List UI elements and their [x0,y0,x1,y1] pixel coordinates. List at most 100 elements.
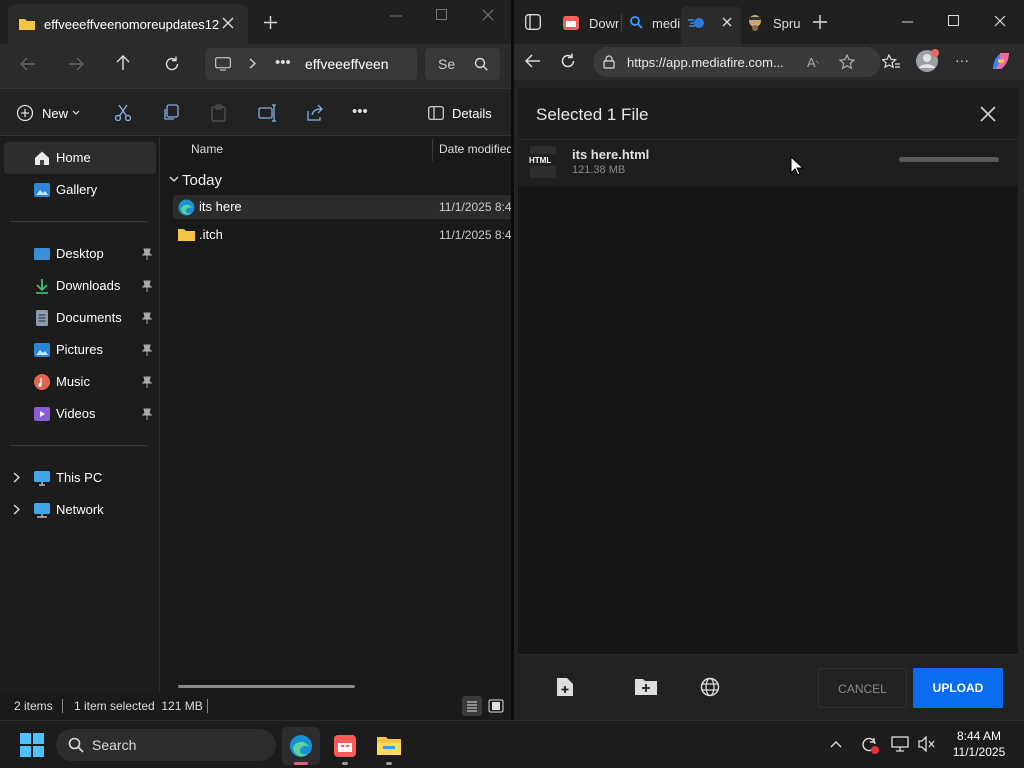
copilot-icon[interactable] [989,49,1013,73]
taskbar-search-box[interactable]: Search [56,729,276,761]
back-icon[interactable] [20,57,36,71]
network-display-icon[interactable] [891,736,909,752]
sidebar-toggle-icon[interactable] [525,14,541,30]
close-window-icon[interactable] [994,15,1006,27]
upload-button[interactable]: UPLOAD [913,668,1003,708]
forward-icon[interactable] [68,57,84,71]
refresh-icon[interactable] [560,53,576,69]
file-row[interactable]: .itch 11/1/2025 8:44 AM [173,223,512,247]
sync-alert-icon[interactable] [860,735,880,755]
read-aloud-icon[interactable]: Aᐠ [807,55,819,70]
profile-avatar-icon[interactable] [915,49,939,73]
globe-icon[interactable] [700,677,720,697]
file-row[interactable]: its here 11/1/2025 8:44 AM [173,195,512,219]
nav-item-music[interactable]: Music [6,367,156,397]
browser-tab-active[interactable] [681,6,741,44]
nav-item-downloads[interactable]: Downloads [6,271,156,301]
volume-muted-icon[interactable] [918,736,936,752]
pin-icon[interactable] [142,344,152,356]
new-tab-icon[interactable] [264,16,277,29]
browser-tab[interactable]: Spru [745,6,807,40]
pin-icon[interactable] [142,280,152,292]
upload-dialog-header: Selected 1 File [518,88,1018,140]
nav-item-network[interactable]: Network [6,495,156,525]
add-file-icon[interactable] [556,677,574,697]
upload-file-row[interactable]: HTML its here.html 121.38 MB [518,140,1018,186]
nav-label: Pictures [56,342,103,357]
upload-dialog-footer: CANCEL UPLOAD [518,654,1018,716]
settings-more-icon[interactable]: ··· [955,52,969,68]
address-bar[interactable]: ••• effveeeffveen [205,48,417,80]
file-type-badge: HTML [529,156,552,165]
details-button[interactable]: Details [428,103,508,125]
cancel-button[interactable]: CANCEL [818,668,907,708]
minimize-icon[interactable] [390,15,402,17]
maximize-icon[interactable] [948,15,959,26]
details-button-label: Details [452,106,492,121]
maximize-icon[interactable] [436,9,447,20]
start-windows-icon[interactable] [20,733,44,757]
refresh-icon[interactable] [164,56,180,72]
taskbar-app-itch[interactable] [326,727,364,765]
nav-item-pictures[interactable]: Pictures [6,335,156,365]
pin-icon[interactable] [142,376,152,388]
column-divider[interactable] [432,139,433,161]
chevron-right-icon[interactable] [13,504,20,515]
up-icon[interactable] [116,55,130,71]
taskbar-app-file-explorer[interactable] [370,727,408,765]
browser-tab[interactable]: medi [625,6,681,40]
explorer-tab[interactable]: effveeeffveenomoreupdates12 [8,4,248,44]
favorites-icon[interactable] [882,54,900,70]
file-explorer-icon [377,735,401,755]
column-header-name[interactable]: Name [191,142,223,156]
nav-item-desktop[interactable]: Desktop [6,239,156,269]
new-button[interactable]: New [16,103,86,125]
gallery-icon [34,182,50,198]
nav-item-gallery[interactable]: Gallery [6,175,156,205]
explorer-titlebar: effveeeffveenomoreupdates12 [0,0,512,44]
copy-icon[interactable] [162,104,180,122]
favorite-star-icon[interactable] [839,54,855,70]
system-clock[interactable]: 8:44 AM 11/1/2025 [944,728,1014,760]
close-dialog-icon[interactable] [980,106,996,122]
tab-divider [621,14,622,32]
pin-icon[interactable] [142,312,152,324]
chevron-right-icon[interactable] [13,472,20,483]
web-page-content: Selected 1 File HTML its here.html 121.3… [513,80,1024,720]
more-options-icon[interactable]: ••• [352,103,368,120]
more-path-icon[interactable]: ••• [275,54,291,71]
horizontal-scrollbar[interactable] [178,685,355,688]
clock-time: 8:44 AM [956,729,1002,743]
pin-icon[interactable] [142,248,152,260]
edge-icon [289,734,313,758]
lock-icon[interactable] [603,55,615,69]
chevron-up-icon[interactable] [830,740,842,748]
share-icon[interactable] [306,104,324,122]
nav-item-videos[interactable]: Videos [6,399,156,429]
browser-tab[interactable]: Down [559,6,619,40]
file-date: 11/1/2025 8:44 AM [439,200,512,214]
column-header-date[interactable]: Date modified [439,142,512,156]
group-header-today[interactable]: Today [169,171,269,191]
back-icon[interactable] [525,54,541,68]
minimize-icon[interactable] [902,21,913,23]
cut-icon[interactable] [114,104,132,122]
search-box[interactable]: Se [425,48,500,80]
url-bar[interactable]: https://app.mediafire.com... Aᐠ [593,47,881,77]
taskbar-app-edge[interactable] [282,727,320,765]
close-window-icon[interactable] [482,9,494,21]
chevron-down-icon [72,110,80,116]
paste-icon[interactable] [210,104,228,122]
search-icon[interactable] [474,57,488,71]
thumbnail-view-toggle[interactable] [486,696,506,716]
pin-icon[interactable] [142,408,152,420]
close-tab-icon[interactable] [722,17,732,27]
nav-item-this-pc[interactable]: This PC [6,463,156,493]
rename-icon[interactable] [258,104,276,122]
list-view-toggle[interactable] [462,696,482,716]
close-tab-icon[interactable] [222,17,234,29]
add-folder-icon[interactable] [635,678,657,695]
nav-item-documents[interactable]: Documents [6,303,156,333]
new-tab-icon[interactable] [813,15,827,29]
nav-item-home[interactable]: Home [6,143,156,173]
